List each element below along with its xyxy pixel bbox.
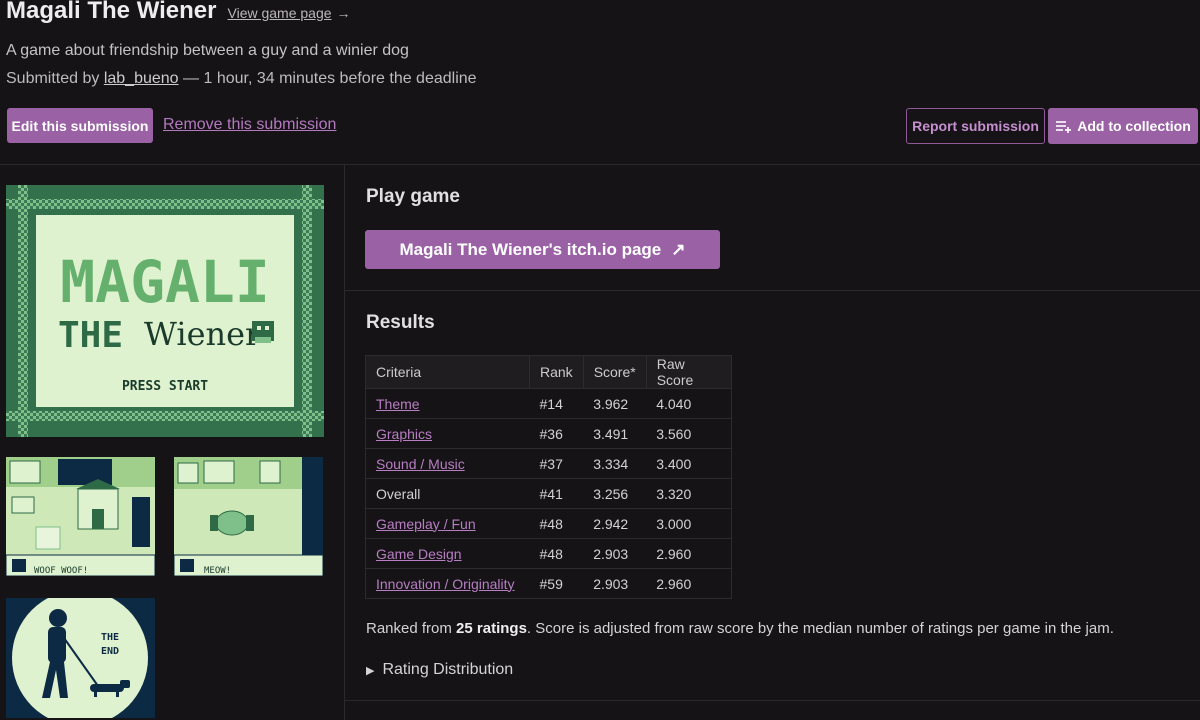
add-list-icon xyxy=(1056,121,1072,133)
woof-text: WOOF WOOF! xyxy=(34,566,88,576)
add-to-collection-button[interactable]: Add to collection xyxy=(1048,108,1198,144)
table-row: Graphics #36 3.491 3.560 xyxy=(365,418,733,449)
raw-score-cell: 4.040 xyxy=(646,388,733,419)
criteria-link[interactable]: Graphics xyxy=(376,426,432,442)
table-row: Sound / Music #37 3.334 3.400 xyxy=(365,448,733,479)
ranked-prefix: Ranked from xyxy=(366,620,457,637)
criteria-cell: Innovation / Originality xyxy=(365,568,530,599)
ranked-summary: Ranked from 25 ratings. Score is adjuste… xyxy=(366,620,1114,637)
criteria-link[interactable]: Sound / Music xyxy=(376,456,465,472)
rank-cell: #48 xyxy=(529,538,584,569)
kitchen-cat-image: MEOW! xyxy=(174,457,323,576)
view-game-page-link[interactable]: View game page → xyxy=(228,5,351,21)
the-end-image: THE END xyxy=(6,598,155,718)
column-header: Raw Score xyxy=(645,355,733,389)
raw-score-cell: 3.000 xyxy=(646,508,733,539)
table-row: Gameplay / Fun #48 2.942 3.000 xyxy=(365,508,733,539)
meow-text: MEOW! xyxy=(204,566,231,576)
column-divider xyxy=(344,165,345,720)
raw-score-cell: 3.320 xyxy=(646,478,733,509)
column-header: Criteria xyxy=(365,355,530,389)
end-text-1: THE xyxy=(101,632,119,643)
screenshot-house-dog[interactable]: WOOF WOOF! xyxy=(6,457,155,576)
title-logo-text: MAGALI xyxy=(60,248,270,316)
score-cell: 2.903 xyxy=(583,568,647,599)
results-table: Criteria Rank Score* Raw Score Theme #14 3… xyxy=(365,355,733,599)
title-the-text: THE xyxy=(58,315,123,356)
column-header: Score* xyxy=(582,355,647,389)
rank-cell: #14 xyxy=(529,388,584,419)
criteria-cell: Graphics xyxy=(365,418,530,449)
page-title: Magali The Wiener xyxy=(6,0,217,24)
score-cell: 3.256 xyxy=(583,478,647,509)
raw-score-cell: 3.560 xyxy=(646,418,733,449)
itch-page-button[interactable]: Magali The Wiener's itch.io page ↗ xyxy=(365,230,720,269)
rank-cell: #37 xyxy=(529,448,584,479)
divider xyxy=(345,700,1200,701)
table-row: Theme #14 3.962 4.040 xyxy=(365,388,733,419)
report-submission-button[interactable]: Report submission xyxy=(906,108,1045,144)
score-cell: 3.491 xyxy=(583,418,647,449)
score-cell: 2.903 xyxy=(583,538,647,569)
screenshot-the-end[interactable]: THE END xyxy=(6,598,155,718)
rank-cell: #36 xyxy=(529,418,584,449)
edit-submission-button[interactable]: Edit this submission xyxy=(7,108,153,143)
dog-face-icon xyxy=(252,321,274,343)
itch-page-label: Magali The Wiener's itch.io page xyxy=(399,239,662,259)
score-cell: 2.942 xyxy=(583,508,647,539)
criteria-link[interactable]: Gameplay / Fun xyxy=(376,516,476,532)
submitted-by: Submitted by lab_bueno — 1 hour, 34 minu… xyxy=(6,70,477,88)
table-row: Overall #41 3.256 3.320 xyxy=(365,478,733,509)
raw-score-cell: 2.960 xyxy=(646,538,733,569)
title-wiener-text: Wiener xyxy=(144,315,261,353)
arrow-right-icon: → xyxy=(336,5,351,21)
ranked-suffix: . Score is adjusted from raw score by th… xyxy=(526,620,1114,637)
game-description: A game about friendship between a guy an… xyxy=(6,42,409,59)
ratings-count: 25 ratings xyxy=(456,620,527,637)
screenshot-kitchen-cat[interactable]: MEOW! xyxy=(174,457,323,576)
press-start-text: PRESS START xyxy=(122,379,208,394)
submitter-link[interactable]: lab_bueno xyxy=(104,70,179,87)
divider xyxy=(0,164,1200,165)
criteria-link[interactable]: Game Design xyxy=(376,546,462,562)
rank-cell: #59 xyxy=(529,568,584,599)
rank-cell: #48 xyxy=(529,508,584,539)
results-header-row: Criteria Rank Score* Raw Score xyxy=(365,355,733,389)
score-cell: 3.962 xyxy=(583,388,647,419)
raw-score-cell: 3.400 xyxy=(646,448,733,479)
criteria-cell: Overall xyxy=(365,478,530,509)
criteria-cell: Theme xyxy=(365,388,530,419)
table-row: Game Design #48 2.903 2.960 xyxy=(365,538,733,569)
end-text-2: END xyxy=(101,646,119,657)
rank-cell: #41 xyxy=(529,478,584,509)
external-link-icon: ↗ xyxy=(671,239,686,259)
divider xyxy=(345,290,1200,291)
column-header: Rank xyxy=(529,355,584,389)
house-dog-image: WOOF WOOF! xyxy=(6,457,155,576)
remove-submission-link[interactable]: Remove this submission xyxy=(163,116,336,134)
triangle-right-icon: ▶ xyxy=(366,664,375,677)
rating-distribution-label: Rating Distribution xyxy=(382,661,514,678)
raw-score-cell: 2.960 xyxy=(646,568,733,599)
title-row: Magali The Wiener View game page → xyxy=(6,0,1200,30)
criteria-cell: Sound / Music xyxy=(365,448,530,479)
play-game-heading: Play game xyxy=(366,186,460,207)
criteria-cell: Game Design xyxy=(365,538,530,569)
submission-header: Magali The Wiener View game page → xyxy=(6,0,1200,30)
submitted-prefix: Submitted by xyxy=(6,70,104,87)
add-to-collection-label: Add to collection xyxy=(1077,118,1191,134)
criteria-link[interactable]: Innovation / Originality xyxy=(376,576,515,592)
criteria-cell: Gameplay / Fun xyxy=(365,508,530,539)
rating-distribution-toggle[interactable]: ▶ Rating Distribution xyxy=(366,661,513,679)
view-game-page-label: View game page xyxy=(227,5,332,21)
criteria-link[interactable]: Theme xyxy=(376,396,420,412)
results-body: Theme #14 3.962 4.040 Graphics #36 3.491 3.560 S… xyxy=(365,388,733,599)
screenshot-title-screen[interactable]: MAGALI THE Wiener PRESS START xyxy=(6,185,324,437)
title-screen-image: MAGALI THE Wiener PRESS START xyxy=(6,185,324,437)
table-row: Innovation / Originality #59 2.903 2.960 xyxy=(365,568,733,599)
results-heading: Results xyxy=(366,312,435,333)
score-cell: 3.334 xyxy=(583,448,647,479)
submitted-suffix: — 1 hour, 34 minutes before the deadline xyxy=(178,70,477,87)
